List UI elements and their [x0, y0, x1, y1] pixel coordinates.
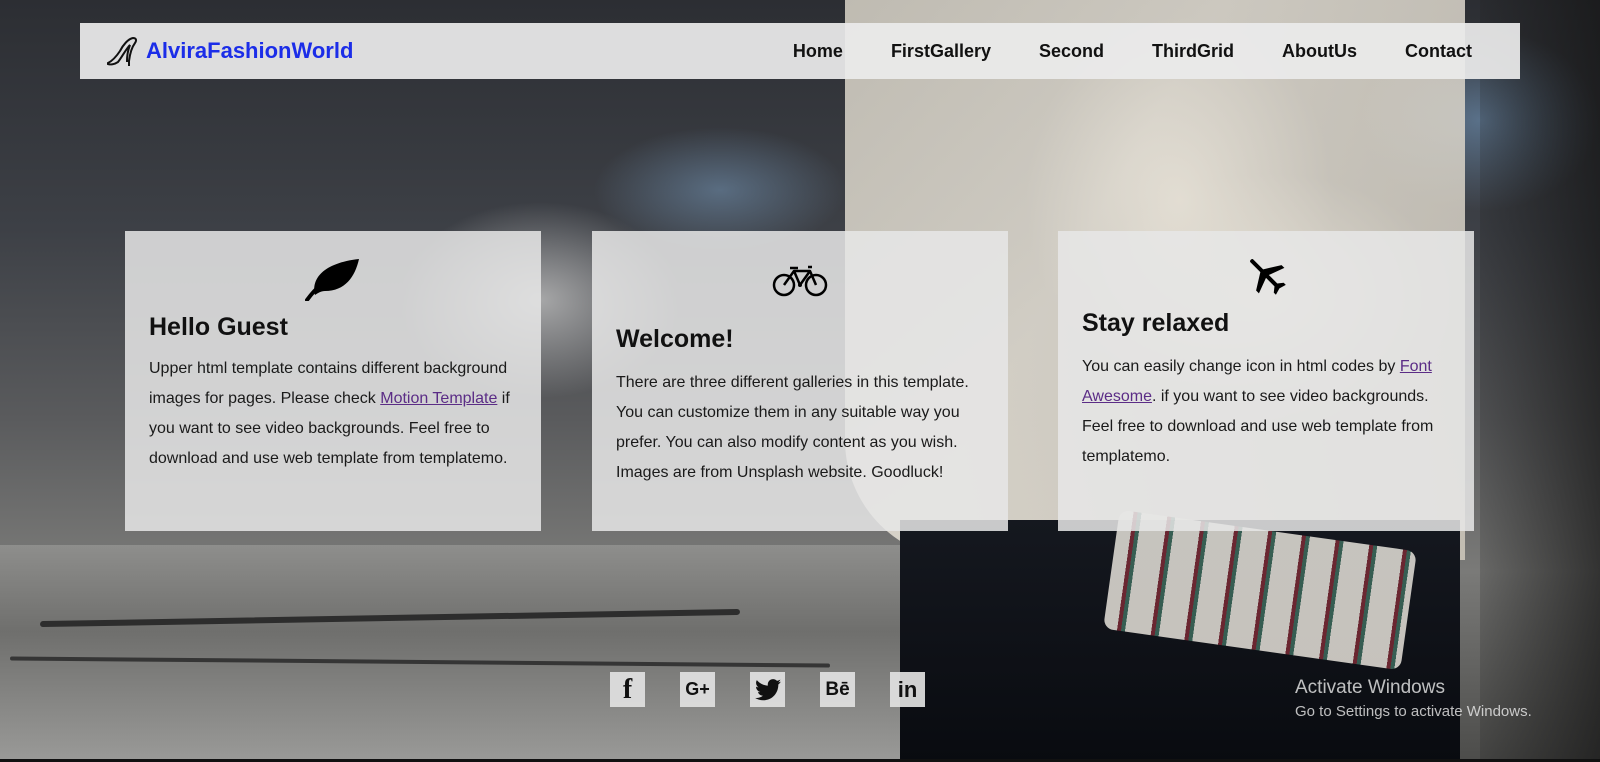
- nav-second[interactable]: Second: [1039, 41, 1104, 62]
- windows-activation-watermark: Activate Windows Go to Settings to activ…: [1295, 677, 1532, 720]
- top-navbar: AlviraFashionWorld Home FirstGallery Sec…: [80, 23, 1520, 79]
- card-text: There are three different galleries in t…: [616, 374, 969, 481]
- google-plus-icon[interactable]: G+: [680, 672, 715, 707]
- motion-template-link[interactable]: Motion Template: [380, 390, 497, 407]
- nav-about-us[interactable]: AboutUs: [1282, 41, 1357, 62]
- nav-home[interactable]: Home: [793, 41, 843, 62]
- card-title: Stay relaxed: [1082, 309, 1230, 337]
- card-stay-relaxed: Stay relaxed You can easily change icon …: [1058, 231, 1474, 531]
- plane-icon: [1250, 259, 1286, 295]
- card-title: Welcome!: [616, 325, 734, 353]
- linkedin-icon[interactable]: in: [890, 672, 925, 707]
- leaf-icon: [305, 259, 359, 301]
- bicycle-icon: [772, 265, 828, 297]
- nav-third-grid[interactable]: ThirdGrid: [1152, 41, 1234, 62]
- card-title: Hello Guest: [149, 313, 288, 341]
- high-heel-icon: [107, 36, 138, 66]
- nav-first-gallery[interactable]: FirstGallery: [891, 41, 991, 62]
- behance-icon[interactable]: Bē: [820, 672, 855, 707]
- card-text: You can easily change icon in html codes…: [1082, 358, 1434, 465]
- nav-contact[interactable]: Contact: [1405, 41, 1472, 62]
- twitter-icon[interactable]: [750, 672, 785, 707]
- brand-name: AlviraFashionWorld: [146, 38, 354, 63]
- card-hello-guest: Hello Guest Upper html template contains…: [125, 231, 541, 531]
- social-links: f G+ Bē in: [610, 672, 925, 707]
- card-icon-wrap: [616, 265, 984, 297]
- activation-subtitle: Go to Settings to activate Windows.: [1295, 703, 1532, 720]
- card-icon-wrap: [1082, 253, 1450, 297]
- activation-title: Activate Windows: [1295, 677, 1445, 698]
- facebook-icon[interactable]: f: [610, 672, 645, 707]
- card-text: Upper html template contains different b…: [149, 360, 510, 467]
- brand[interactable]: AlviraFashionWorld: [104, 23, 353, 79]
- card-welcome: Welcome! There are three different galle…: [592, 231, 1008, 531]
- card-icon-wrap: [149, 255, 517, 301]
- main-nav: Home FirstGallery Second ThirdGrid About…: [793, 23, 1520, 79]
